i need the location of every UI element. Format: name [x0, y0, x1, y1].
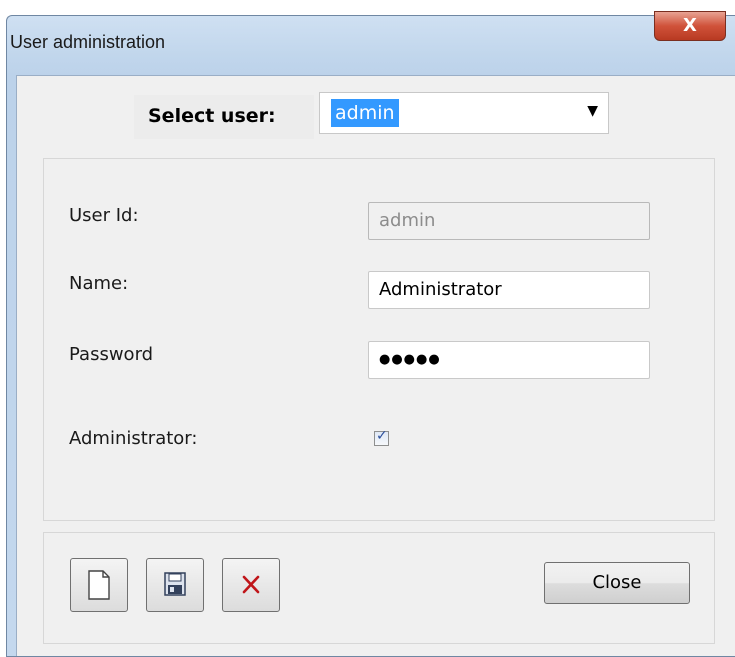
- name-label: Name:: [69, 273, 129, 294]
- floppy-disk-icon: [164, 572, 186, 596]
- password-field[interactable]: ●●●●●: [368, 341, 650, 379]
- user-details-group: User Id: admin Name: Administrator Passw…: [43, 158, 715, 521]
- window-title: User administration: [10, 32, 166, 52]
- delete-user-button[interactable]: [222, 558, 280, 612]
- user-id-label: User Id:: [69, 205, 139, 226]
- toolbar-group: Close: [43, 532, 715, 644]
- new-document-icon: [88, 570, 110, 600]
- name-field[interactable]: Administrator: [368, 271, 650, 309]
- select-user-value: admin: [331, 99, 399, 127]
- administrator-label: Administrator:: [69, 428, 198, 449]
- select-user-label: Select user:: [148, 105, 276, 127]
- close-button[interactable]: Close: [544, 562, 690, 604]
- new-user-button[interactable]: [70, 558, 128, 612]
- dialog-client-area: Select user: admin ▼ User Id: admin Name…: [16, 75, 735, 656]
- top-strip: [0, 0, 735, 15]
- select-user-combobox[interactable]: admin ▼: [319, 92, 609, 134]
- dropdown-arrow-icon[interactable]: ▼: [587, 103, 598, 119]
- checkmark-icon: ✓: [376, 428, 388, 444]
- delete-x-icon: [242, 575, 260, 594]
- save-user-button[interactable]: [146, 558, 204, 612]
- window-close-button[interactable]: X: [654, 11, 726, 41]
- administrator-checkbox[interactable]: ✓: [374, 428, 389, 446]
- user-id-field: admin: [368, 202, 650, 240]
- password-label: Password: [69, 344, 154, 365]
